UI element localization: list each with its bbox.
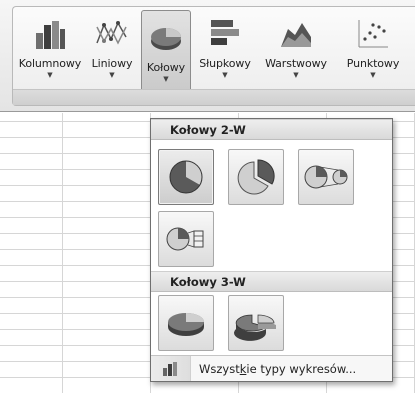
scatter-chart-icon — [358, 20, 388, 48]
chevron-down-icon: ▼ — [222, 71, 228, 79]
pie-chart-button[interactable]: Kołowy ▼ — [141, 10, 191, 96]
footer-icon-column — [151, 356, 191, 381]
line-chart-icon — [96, 21, 127, 45]
chevron-down-icon: ▼ — [109, 71, 115, 79]
chevron-down-icon: ▼ — [370, 71, 376, 79]
chevron-down-icon: ▼ — [293, 71, 299, 79]
bar-of-pie-2d-icon — [166, 227, 204, 251]
column-chart-button[interactable]: Kolumnowy ▼ — [17, 7, 83, 91]
scatter-chart-button[interactable]: Punktowy ▼ — [337, 7, 409, 91]
bar-chart-icon — [211, 20, 239, 45]
all-chart-types-button[interactable]: Wszystkie typy wykresów... — [151, 355, 392, 381]
pie-of-pie-2d-icon — [304, 165, 348, 189]
area-chart-label: Warstwowy — [265, 57, 327, 70]
chevron-down-icon: ▼ — [47, 71, 53, 79]
pie-chart-icon — [151, 28, 181, 50]
scatter-chart-label: Punktowy — [346, 57, 400, 70]
charts-group: Kolumnowy ▼ Liniowy ▼ Kołowy ▼ Słupkowy … — [12, 6, 415, 106]
bar-chart-button[interactable]: Słupkowy ▼ — [195, 7, 255, 91]
group-footer — [13, 89, 415, 105]
section-header-3d: Kołowy 3-W — [151, 271, 392, 292]
section-header-2d: Kołowy 2-W — [151, 119, 392, 140]
pie-of-pie-2d-option[interactable] — [298, 149, 354, 205]
all-chart-types-label: Wszystkie typy wykresów... — [199, 361, 357, 376]
bar-chart-label: Słupkowy — [199, 57, 251, 70]
line-chart-label: Liniowy — [91, 57, 133, 70]
chevron-down-icon: ▼ — [163, 75, 169, 83]
pie-3d-icon — [168, 313, 204, 336]
exploded-pie-2d-option[interactable] — [228, 149, 284, 205]
all-chart-types-icon — [162, 361, 177, 376]
area-chart-icon — [281, 23, 311, 47]
pie-chart-gallery: Kołowy 2-W Kołowy 3-W Wszystkie typy wyk… — [150, 118, 393, 382]
exploded-pie-3d-option[interactable] — [228, 295, 284, 351]
exploded-pie-2d-icon — [237, 159, 275, 195]
line-chart-button[interactable]: Liniowy ▼ — [87, 7, 137, 91]
column-chart-label: Kolumnowy — [18, 57, 82, 70]
exploded-pie-3d-icon — [234, 314, 276, 341]
area-chart-button[interactable]: Warstwowy ▼ — [259, 7, 333, 91]
column-chart-icon — [36, 21, 65, 49]
ribbon: Kolumnowy ▼ Liniowy ▼ Kołowy ▼ Słupkowy … — [0, 0, 415, 112]
pie-2d-option[interactable] — [158, 149, 214, 205]
pie-2d-icon — [169, 160, 203, 194]
bar-of-pie-2d-option[interactable] — [158, 211, 214, 267]
pie-3d-option[interactable] — [158, 295, 214, 351]
pie-chart-label: Kołowy — [146, 61, 186, 74]
